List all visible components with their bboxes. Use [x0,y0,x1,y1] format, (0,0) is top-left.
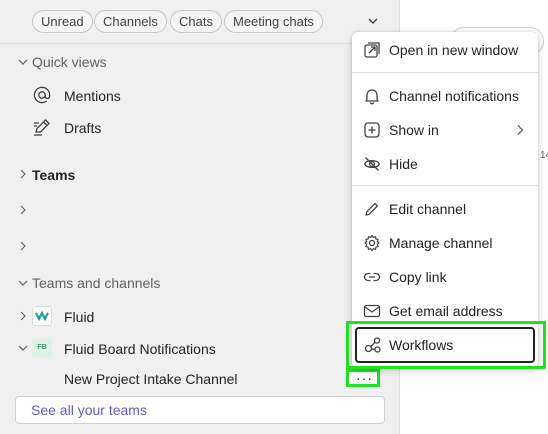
chevron-down-icon [18,280,28,286]
menu-item-manage-channel[interactable]: Manage channel [352,227,538,259]
team-row-fluid-board-notifications[interactable]: FB Fluid Board Notifications [0,333,400,363]
menu-item-copy-link[interactable]: Copy link [352,261,538,293]
menu-item-show-in[interactable]: Show in [352,114,538,146]
team-row-fluid[interactable]: Fluid [0,301,400,331]
filter-chip-chats[interactable]: Chats [170,10,222,33]
menu-label: Open in new window [389,42,519,58]
chevron-right-icon [20,311,26,321]
menu-label: Show in [389,122,439,138]
item-label: Fluid Board Notifications [64,341,216,357]
menu-label: Channel notifications [389,88,519,104]
menu-label: Manage channel [389,235,493,251]
menu-label: Hide [389,156,418,172]
pane-text-fragment: 14 [540,150,548,161]
menu-item-open-in-new-window[interactable]: Open in new window [352,34,538,66]
open-new-window-icon [364,42,380,58]
quick-view-mentions[interactable]: Mentions [0,80,400,110]
mail-icon [363,304,381,318]
channel-context-menu: Open in new window Channel notifications… [352,32,538,368]
add-square-icon [364,122,380,138]
chevron-right-icon [20,241,26,251]
chevron-down-icon [18,59,28,65]
chevron-right-icon [20,205,26,215]
left-sidebar: Unread Channels Chats Meeting chats Quic… [0,0,400,434]
chevron-right-icon [20,169,26,179]
see-all-label: See all your teams [31,402,147,418]
filter-chip-channels[interactable]: Channels [94,10,167,33]
team-avatar: FB [32,338,52,358]
filter-chip-meeting-chats[interactable]: Meeting chats [224,10,323,33]
eye-off-icon [363,157,381,171]
item-label: Mentions [64,88,121,104]
menu-divider [352,185,538,186]
item-label: Drafts [64,120,102,136]
pencil-icon [365,202,379,216]
bell-icon [365,89,379,105]
section-label: Teams and channels [32,275,161,291]
menu-item-edit-channel[interactable]: Edit channel [352,193,538,225]
teams-app: Unread Channels Chats Meeting chats Quic… [0,0,548,434]
more-icon: ··· [356,370,373,386]
link-icon [363,272,381,282]
section-label: Teams [32,167,76,183]
at-icon [33,86,51,104]
menu-label: Copy link [389,269,447,285]
menu-label: Workflows [389,337,454,353]
see-all-teams-button[interactable]: See all your teams [15,396,385,424]
gear-icon [364,234,380,252]
item-label: Fluid [64,309,95,325]
collapsed-team-row[interactable] [0,231,400,261]
quick-view-drafts[interactable]: Drafts [0,112,400,142]
quick-views-header[interactable]: Quick views [0,47,400,77]
section-label: Quick views [32,54,107,70]
menu-label: Get email address [389,303,503,319]
filter-bar: Unread Channels Chats Meeting chats [0,0,400,44]
filter-chip-unread[interactable]: Unread [32,10,93,33]
menu-divider [352,72,538,73]
workflows-icon [364,337,381,353]
teams-and-channels-header[interactable]: Teams and channels [0,268,400,298]
pencil-icon [34,119,50,136]
item-label: New Project Intake Channel [64,371,238,387]
menu-item-channel-notifications[interactable]: Channel notifications [352,80,538,112]
fluid-logo [32,306,52,326]
menu-item-hide[interactable]: Hide [352,148,538,180]
chevron-down-icon [18,345,28,351]
chevron-right-icon [517,125,524,135]
fluid-logo-mark [35,310,49,322]
channel-row-new-project-intake[interactable]: New Project Intake Channel [0,363,400,393]
chevron-down-icon[interactable] [366,14,380,28]
collapsed-team-row[interactable] [0,195,400,225]
menu-label: Edit channel [389,201,467,217]
more-options-button[interactable]: ··· [346,369,380,387]
menu-item-workflows[interactable]: Workflows [355,327,535,363]
teams-header[interactable]: Teams [0,159,400,189]
